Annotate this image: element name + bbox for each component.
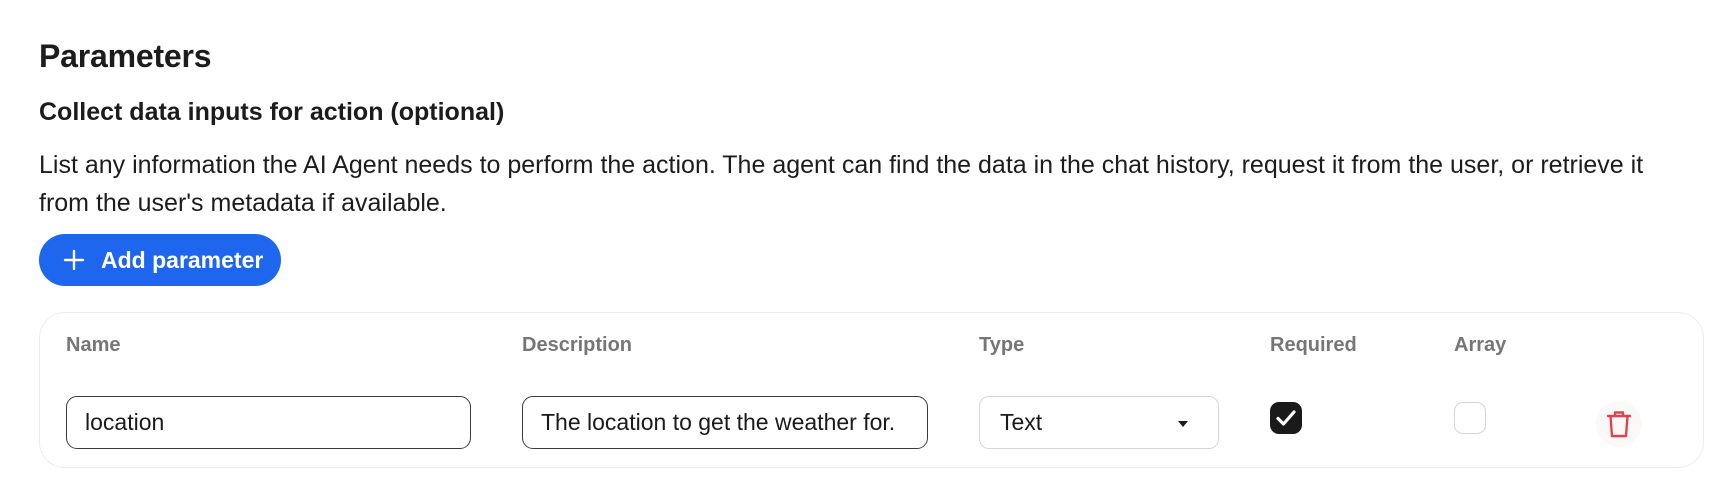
plus-icon: [61, 247, 87, 273]
trash-icon: [1606, 411, 1632, 438]
checkmark-icon: [1276, 410, 1296, 426]
add-parameter-label: Add parameter: [101, 246, 264, 273]
column-header-required: Required: [1270, 334, 1357, 356]
parameter-type-select[interactable]: Text: [979, 396, 1219, 449]
caret-down-icon: [1176, 418, 1190, 428]
column-header-array: Array: [1454, 334, 1507, 356]
section-description: List any information the AI Agent needs …: [39, 151, 1644, 217]
column-header-type: Type: [979, 334, 1025, 356]
section-title: Parameters: [39, 38, 212, 74]
add-parameter-button[interactable]: Add parameter: [39, 234, 281, 286]
column-header-name: Name: [66, 334, 121, 356]
parameter-name-input[interactable]: [66, 396, 471, 449]
parameter-type-value: Text: [1000, 409, 1043, 435]
parameter-description-input[interactable]: [522, 396, 928, 449]
section-subtitle: Collect data inputs for action (optional…: [39, 98, 505, 126]
parameters-page: Parameters Collect data inputs for actio…: [0, 0, 1736, 502]
column-header-description: Description: [522, 334, 633, 356]
delete-parameter-button[interactable]: [1596, 401, 1642, 447]
required-checkbox[interactable]: [1270, 402, 1302, 434]
array-checkbox[interactable]: [1454, 402, 1486, 434]
